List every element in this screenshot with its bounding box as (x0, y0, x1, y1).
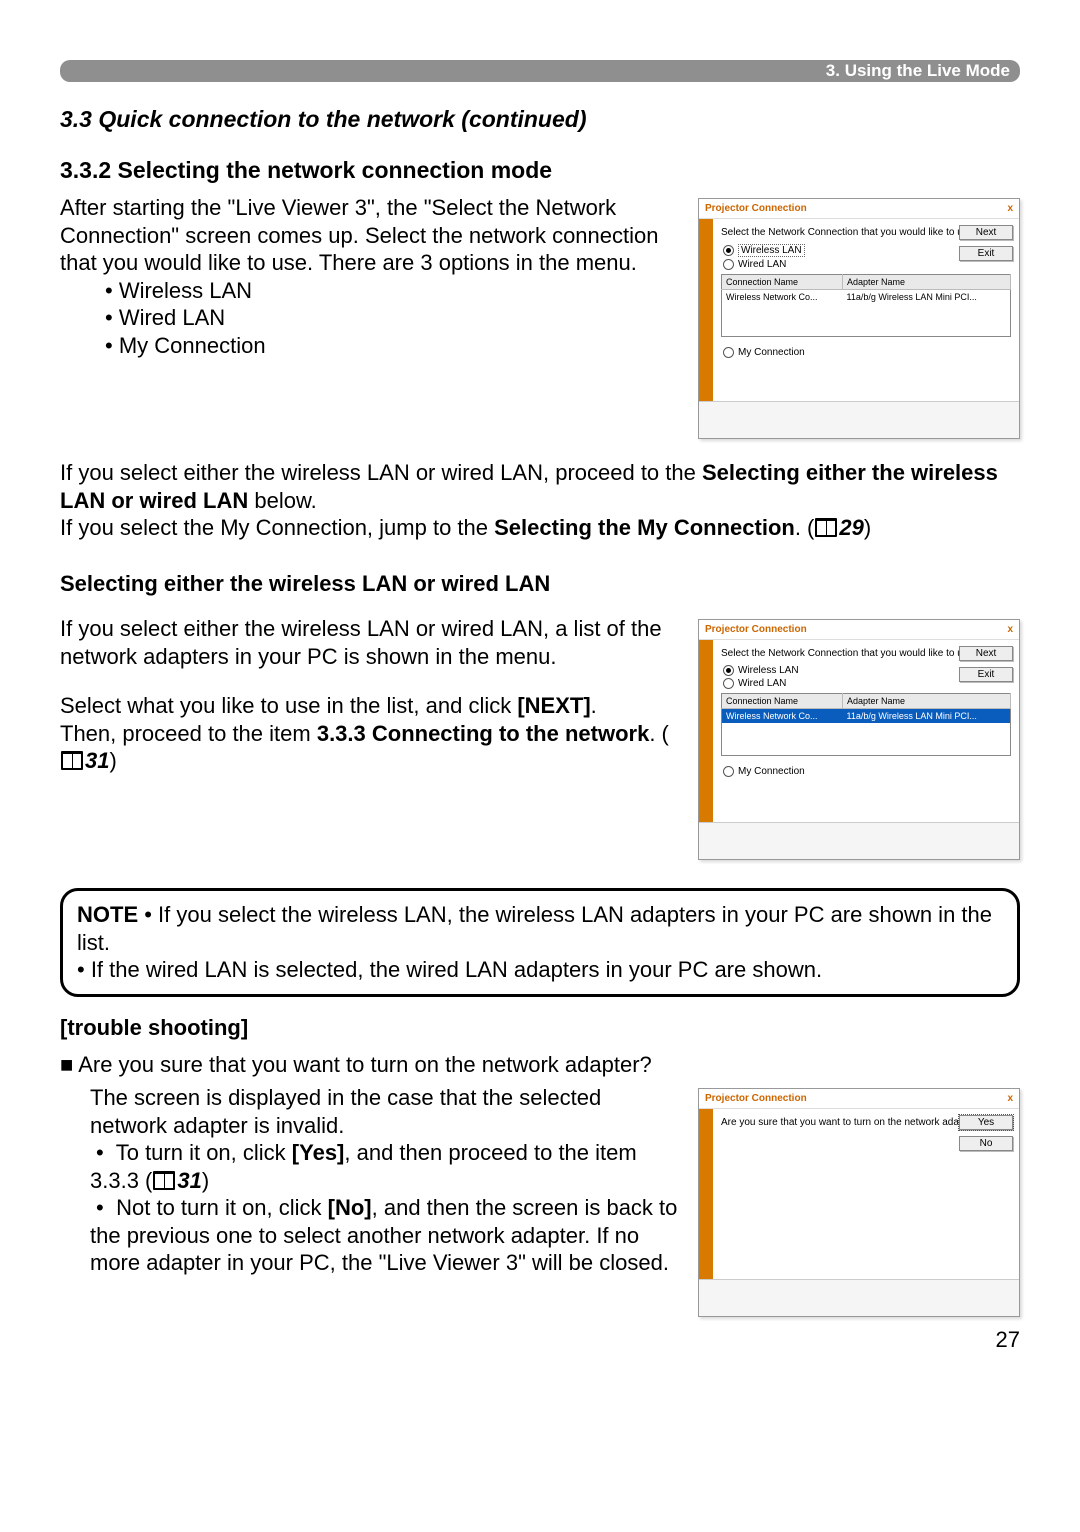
no-button[interactable]: No (959, 1136, 1013, 1151)
adapter-table[interactable]: Connection Name Adapter Name Wireless Ne… (721, 693, 1011, 756)
book-icon (815, 518, 837, 537)
dialog-footer (699, 822, 1019, 859)
dialog-title: Projector Connection (705, 1093, 807, 1104)
page-number: 27 (60, 1327, 1020, 1353)
close-icon[interactable]: x (1007, 624, 1013, 635)
dialog-select-network-2: Projector Connection x Select the Networ… (698, 619, 1020, 860)
sel-p3: Then, proceed to the item 3.3.3 Connecti… (60, 720, 678, 775)
col-connection: Connection Name (722, 694, 843, 709)
selecting-heading: Selecting either the wireless LAN or wir… (60, 570, 1020, 598)
follow-paragraph: If you select either the wireless LAN or… (60, 459, 1020, 542)
radio-myconnection[interactable]: My Connection (723, 766, 1011, 777)
note-box: NOTE • If you select the wireless LAN, t… (60, 888, 1020, 997)
sel-p1: If you select either the wireless LAN or… (60, 615, 678, 670)
subsection-heading: 3.3.2 Selecting the network connection m… (60, 157, 1020, 184)
option-wireless: • Wireless LAN (105, 277, 678, 305)
book-icon (153, 1171, 175, 1190)
exit-button[interactable]: Exit (959, 246, 1013, 261)
dialog-title: Projector Connection (705, 203, 807, 214)
ts-paragraph: The screen is displayed in the case that… (90, 1084, 678, 1139)
section-continued: 3.3 Quick connection to the network (con… (60, 106, 1020, 133)
option-wired: • Wired LAN (105, 304, 678, 332)
dialog-sidebar (699, 640, 713, 822)
troubleshoot-heading: [trouble shooting] (60, 1015, 1020, 1041)
dialog-select-network-1: Projector Connection x Select the Networ… (698, 198, 1020, 439)
ts-bullet-yes: To turn it on, click [Yes], and then pro… (90, 1139, 678, 1194)
yes-button[interactable]: Yes (959, 1115, 1013, 1130)
col-connection: Connection Name (722, 275, 843, 290)
next-button[interactable]: Next (959, 646, 1013, 661)
close-icon[interactable]: x (1007, 1093, 1013, 1104)
table-row[interactable]: Wireless Network Co... 11a/b/g Wireless … (722, 709, 1011, 724)
radio-myconnection[interactable]: My Connection (723, 347, 1011, 358)
intro-paragraph: After starting the "Live Viewer 3", the … (60, 194, 678, 277)
col-adapter: Adapter Name (842, 694, 1010, 709)
table-row[interactable]: Wireless Network Co... 11a/b/g Wireless … (722, 290, 1011, 305)
ts-question: Are you sure that you want to turn on th… (60, 1051, 1020, 1079)
dialog-sidebar (699, 219, 713, 401)
next-button[interactable]: Next (959, 225, 1013, 240)
dialog-turn-on-adapter: Projector Connection x Are you sure that… (698, 1088, 1020, 1317)
adapter-table[interactable]: Connection Name Adapter Name Wireless Ne… (721, 274, 1011, 337)
col-adapter: Adapter Name (842, 275, 1010, 290)
sel-p2: Select what you like to use in the list,… (60, 692, 678, 720)
dialog-footer (699, 1279, 1019, 1316)
dialog-footer (699, 401, 1019, 438)
dialog-title: Projector Connection (705, 624, 807, 635)
close-icon[interactable]: x (1007, 203, 1013, 214)
book-icon (61, 751, 83, 770)
ts-bullet-no: Not to turn it on, click [No], and then … (90, 1194, 678, 1277)
exit-button[interactable]: Exit (959, 667, 1013, 682)
header-title: 3. Using the Live Mode (826, 61, 1010, 81)
option-myconn: • My Connection (105, 332, 678, 360)
header-bar: 3. Using the Live Mode (60, 60, 1020, 82)
dialog-sidebar (699, 1109, 713, 1279)
